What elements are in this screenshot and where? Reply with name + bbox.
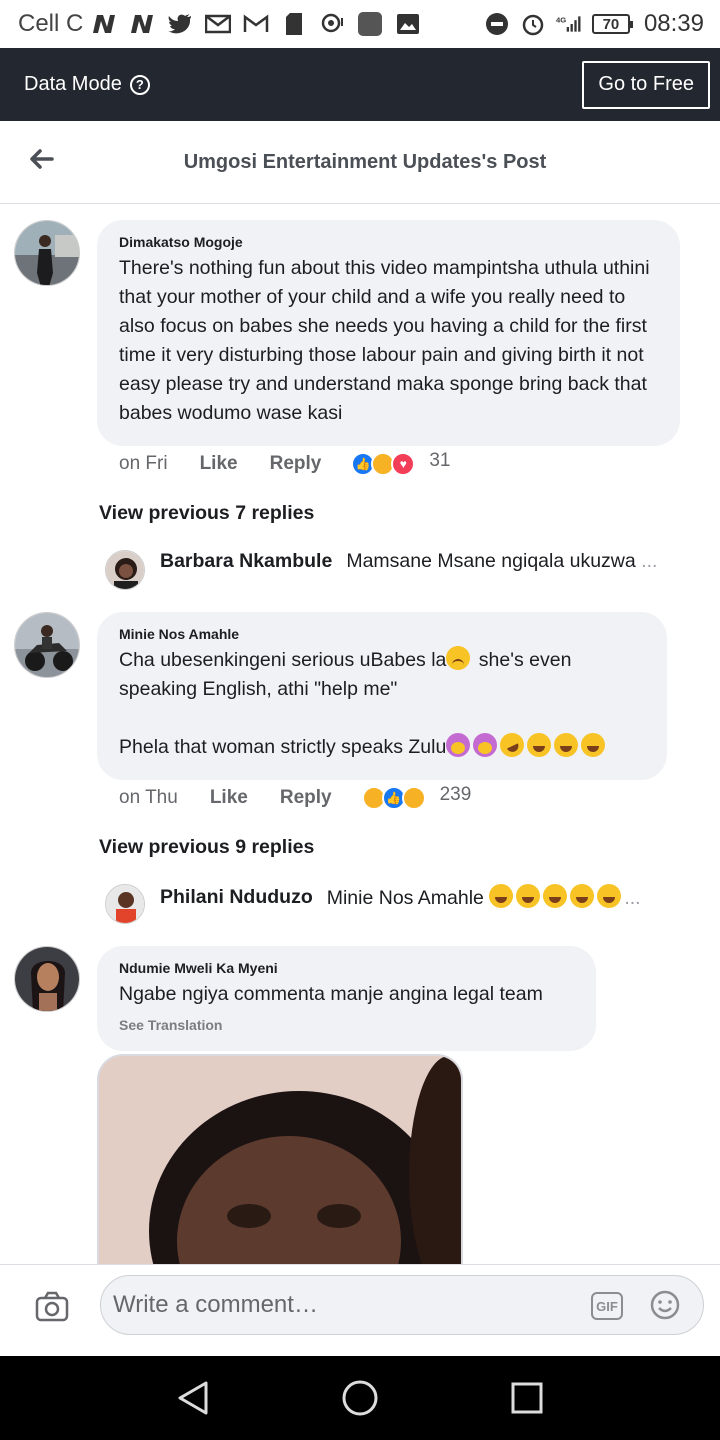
view-previous-replies[interactable]: View previous 7 replies <box>99 502 314 525</box>
data-mode-bar: Data Mode ? Go to Free <box>0 48 720 121</box>
comment-actions: on Thu Like Reply 👍 239 <box>119 784 472 810</box>
status-right: 4G 70 08:39 <box>484 10 704 38</box>
comment-image[interactable] <box>97 1054 463 1264</box>
reply-author[interactable]: Philani Nduduzo <box>160 886 313 909</box>
reaction-count[interactable]: 239 <box>440 784 472 806</box>
avatar[interactable] <box>105 550 145 590</box>
app-icon <box>357 12 383 36</box>
email-icon <box>205 12 232 36</box>
comment-composer: Write a comment… GIF <box>0 1264 720 1356</box>
post-header: Umgosi Entertainment Updates's Post <box>0 121 720 204</box>
wow-reaction-icon <box>401 786 426 810</box>
laughing-emoji-icon <box>597 884 622 908</box>
facepalm-emoji-icon <box>446 733 471 757</box>
do-not-disturb-icon <box>484 12 510 36</box>
avatar[interactable] <box>105 884 145 924</box>
rofl-emoji-icon <box>496 729 529 761</box>
recents-square-icon[interactable] <box>507 1378 547 1418</box>
laughing-emoji-icon <box>581 733 606 757</box>
sd-card-icon <box>281 12 307 36</box>
laughing-emoji-icon <box>489 884 514 908</box>
comment-actions: on Fri Like Reply 👍 ♥ 31 <box>119 450 451 476</box>
hotspot-icon <box>319 12 345 36</box>
comment-bubble: Minie Nos Amahle Cha ubesenkingeni serio… <box>97 612 667 780</box>
system-nav-bar <box>0 1356 720 1440</box>
gmail-icon <box>243 12 269 36</box>
view-previous-replies[interactable]: View previous 9 replies <box>99 836 314 859</box>
reaction-count[interactable]: 31 <box>429 450 450 472</box>
laughing-emoji-icon <box>516 884 541 908</box>
laughing-emoji-icon <box>554 733 579 757</box>
go-to-free-button[interactable]: Go to Free <box>582 60 710 109</box>
comment-author[interactable]: Dimakatso Mogoje <box>119 234 658 250</box>
alarm-icon <box>520 12 546 36</box>
ellipsis: ... <box>641 550 658 572</box>
comment-author[interactable]: Ndumie Mweli Ka Myeni <box>119 960 574 976</box>
gallery-icon <box>395 12 421 36</box>
avatar[interactable] <box>14 946 80 1012</box>
comment-bubble: Ndumie Mweli Ka Myeni Ngabe ngiya commen… <box>97 946 596 1051</box>
gif-button[interactable]: GIF <box>591 1292 623 1320</box>
sad-face-emoji-icon <box>446 646 471 670</box>
laughing-emoji-icon <box>527 733 552 757</box>
reply-text: Minie Nos Amahle ... <box>327 884 641 910</box>
home-circle-icon[interactable] <box>340 1378 380 1418</box>
notification-icons <box>91 12 484 36</box>
data-mode-label: Data Mode <box>24 73 122 95</box>
n-app-icon <box>129 12 155 36</box>
n-app-icon <box>91 12 117 36</box>
comment-text: There's nothing fun about this video mam… <box>119 257 650 424</box>
twitter-icon <box>167 12 193 36</box>
svg-text:4G: 4G <box>556 15 566 24</box>
comment-text: Ngabe ngiya commenta manje angina legal … <box>119 983 543 1005</box>
question-circle-icon[interactable]: ? <box>129 74 150 95</box>
reactions[interactable]: 👍 <box>361 786 426 810</box>
reply-button[interactable]: Reply <box>280 787 332 809</box>
reply-button[interactable]: Reply <box>270 453 322 475</box>
comment-bubble: Dimakatso Mogoje There's nothing fun abo… <box>97 220 680 446</box>
comment-time: on Thu <box>119 787 178 808</box>
comment-text: Cha ubesenkingeni serious uBabes la she'… <box>119 646 645 762</box>
page-title: Umgosi Entertainment Updates's Post <box>183 150 547 173</box>
comment-time: on Fri <box>119 453 168 474</box>
avatar[interactable] <box>14 220 80 286</box>
reply-author[interactable]: Barbara Nkambule <box>160 550 332 573</box>
love-reaction-icon: ♥ <box>391 452 416 476</box>
status-bar: Cell C 4G 70 08:39 <box>0 0 720 48</box>
avatar[interactable] <box>14 612 80 678</box>
battery-indicator: 70 <box>591 14 633 34</box>
reply-text: Mamsane Msane ngiqala ukuzwa ... <box>346 550 658 572</box>
ellipsis: ... <box>624 887 641 909</box>
emoji-icon[interactable] <box>650 1290 680 1320</box>
back-triangle-icon[interactable] <box>173 1378 213 1418</box>
see-translation-link[interactable]: See Translation <box>119 1017 574 1033</box>
carrier-name: Cell C <box>18 10 84 37</box>
reactions[interactable]: 👍 ♥ <box>351 452 416 476</box>
clock: 08:39 <box>643 10 704 37</box>
like-button[interactable]: Like <box>210 787 248 809</box>
latest-reply[interactable]: Barbara Nkambule Mamsane Msane ngiqala u… <box>105 550 695 590</box>
camera-icon[interactable] <box>34 1289 70 1325</box>
like-button[interactable]: Like <box>200 453 238 475</box>
comment-author[interactable]: Minie Nos Amahle <box>119 626 645 642</box>
laughing-emoji-icon <box>570 884 595 908</box>
facepalm-emoji-icon <box>473 733 498 757</box>
comments-list: Dimakatso Mogoje There's nothing fun abo… <box>0 204 720 1264</box>
laughing-emoji-icon <box>543 884 568 908</box>
data-mode-label-group: Data Mode ? <box>24 73 150 96</box>
latest-reply[interactable]: Philani Nduduzo Minie Nos Amahle ... <box>105 884 695 924</box>
signal-4g-icon: 4G <box>556 12 582 36</box>
back-arrow-icon[interactable] <box>28 145 56 173</box>
